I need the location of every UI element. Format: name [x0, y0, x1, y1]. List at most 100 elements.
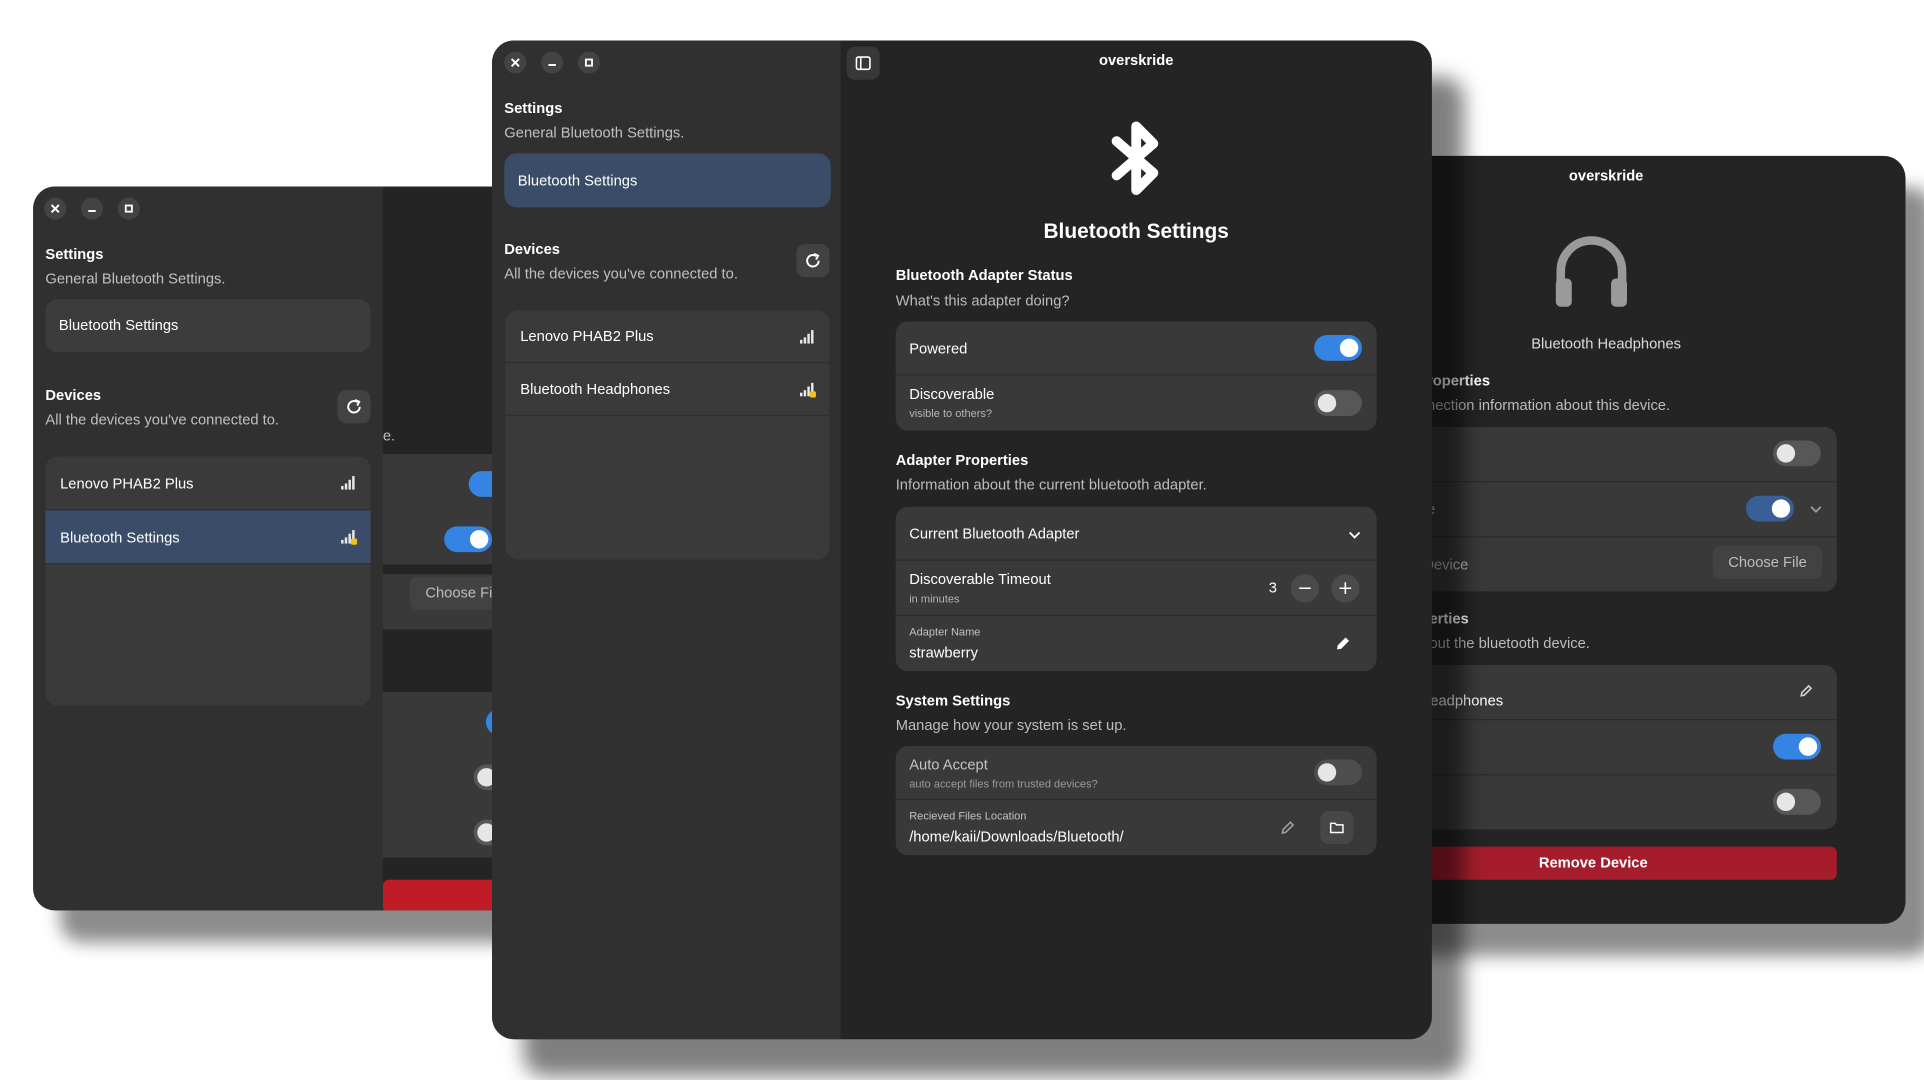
- system-settings-subtitle: Manage how your system is set up.: [895, 716, 1127, 734]
- connection-properties-subtitle: nection information about this device.: [1427, 396, 1671, 414]
- sidebar-item-bluetooth-settings[interactable]: Bluetooth Settings: [504, 153, 831, 208]
- settings-subtitle: General Bluetooth Settings.: [504, 123, 685, 142]
- device-list: Lenovo PHAB2 Plus Bluetooth Settings: [45, 456, 371, 706]
- device-row-2: [1374, 720, 1837, 776]
- adapter-name-row: Adapter Name strawberry: [896, 616, 1377, 671]
- powered-switch[interactable]: [1314, 334, 1362, 361]
- connection-properties-title: roperties: [1427, 371, 1491, 389]
- auto-accept-label: Auto Accept: [909, 755, 988, 774]
- minimize-button[interactable]: [541, 51, 564, 74]
- device-name: Lenovo PHAB2 Plus: [60, 474, 194, 493]
- current-adapter-label: Current Bluetooth Adapter: [909, 525, 1080, 543]
- remove-device-button[interactable]: Remove Device: [1374, 846, 1837, 880]
- maximize-button[interactable]: [117, 197, 140, 220]
- page-title: Bluetooth Settings: [1043, 219, 1229, 243]
- maximize-button[interactable]: [577, 51, 601, 74]
- chevron-down-icon[interactable]: [1347, 528, 1362, 543]
- device-name: Lenovo PHAB2 Plus: [520, 327, 654, 345]
- right-window-title: overskride: [1568, 166, 1644, 185]
- devices-title: Devices: [504, 240, 560, 258]
- system-settings-card: Auto Accept auto accept files from trust…: [895, 746, 1377, 856]
- device-row-lenovo[interactable]: Lenovo PHAB2 Plus: [505, 310, 830, 364]
- signal-icon: [800, 330, 815, 344]
- device-row-headphones[interactable]: Bluetooth Headphones: [505, 363, 830, 416]
- devices-subtitle: All the devices you've connected to.: [504, 265, 738, 283]
- main-content: overskride Bluetooth Settings Bluetooth …: [840, 40, 1431, 1039]
- device-name: Bluetooth Settings: [60, 528, 180, 547]
- minimize-button[interactable]: [80, 197, 104, 220]
- window-title: overskride: [1098, 51, 1174, 69]
- files-location-label: Recieved Files Location: [909, 809, 1027, 823]
- device-name-row: leadphones: [1374, 665, 1837, 721]
- device-properties-title: erties: [1429, 609, 1469, 627]
- system-settings-title: System Settings: [895, 692, 1011, 710]
- maximize-icon: [584, 58, 593, 67]
- device-row-selected[interactable]: Bluetooth Settings: [45, 510, 371, 565]
- edit-icon: [1281, 821, 1295, 834]
- refresh-devices-button[interactable]: [337, 390, 371, 424]
- devices-subtitle: All the devices you've connected to.: [45, 411, 280, 429]
- device-row-lenovo[interactable]: Lenovo PHAB2 Plus: [45, 456, 371, 511]
- powered-label: Powered: [909, 339, 968, 358]
- files-location-value[interactable]: /home/kaii/Downloads/Bluetooth/: [909, 828, 1123, 845]
- minimize-icon: [88, 210, 96, 213]
- sidebar-item-bluetooth-settings[interactable]: Bluetooth Settings: [45, 299, 371, 353]
- choose-file-button[interactable]: Choose File: [1712, 546, 1823, 580]
- refresh-icon: [347, 398, 361, 414]
- close-button[interactable]: [504, 51, 527, 74]
- settings-title: Settings: [45, 245, 104, 263]
- settings-subtitle: General Bluetooth Settings.: [45, 269, 226, 288]
- connection-row-1: [1374, 427, 1837, 483]
- discoverable-switch[interactable]: [1314, 390, 1362, 416]
- adapter-properties-subtitle: Information about the current bluetooth …: [895, 476, 1207, 494]
- signal-locked-icon: [800, 382, 816, 398]
- adapter-name-input[interactable]: strawberry: [909, 644, 978, 661]
- timeout-sublabel: in minutes: [909, 592, 960, 605]
- signal-locked-icon: [341, 530, 358, 545]
- auto-accept-row: Auto Accept auto accept files from trust…: [895, 746, 1377, 801]
- auto-accept-switch[interactable]: [1314, 759, 1362, 786]
- bluetooth-icon: [1111, 121, 1159, 196]
- right-toggle-1[interactable]: [1773, 440, 1821, 467]
- timeout-value[interactable]: 3: [1269, 579, 1277, 596]
- auto-accept-sublabel: auto accept files from trusted devices?: [909, 777, 1098, 791]
- discoverable-label: Discoverable: [909, 385, 995, 403]
- adapter-status-subtitle: What's this adapter doing?: [895, 292, 1070, 310]
- edit-icon[interactable]: [1799, 683, 1814, 698]
- timeout-increase-button[interactable]: +: [1331, 574, 1360, 603]
- device-list: Lenovo PHAB2 Plus Bluetooth Headphones: [505, 310, 830, 560]
- left-peek-toggle-2[interactable]: [444, 526, 493, 553]
- current-adapter-row[interactable]: Current Bluetooth Adapter: [895, 507, 1377, 561]
- discoverable-row: Discoverable visible to others?: [896, 375, 1377, 430]
- minimize-icon: [548, 64, 556, 67]
- right-toggle-4[interactable]: [1773, 788, 1821, 815]
- chevron-down-icon[interactable]: [1810, 503, 1822, 515]
- devices-title: Devices: [45, 386, 102, 404]
- edit-icon: [1336, 637, 1350, 650]
- edit-adapter-name-button[interactable]: [1326, 627, 1359, 660]
- right-window: overskride Bluetooth Headphones ropertie…: [1374, 155, 1906, 924]
- right-toggle-2[interactable]: [1746, 495, 1794, 522]
- timeout-decrease-button[interactable]: −: [1290, 574, 1320, 603]
- discoverable-sublabel: visible to others?: [909, 407, 993, 420]
- open-folder-button[interactable]: [1320, 811, 1354, 845]
- edit-files-location-button[interactable]: [1271, 811, 1304, 844]
- adapter-status-title: Bluetooth Adapter Status: [895, 266, 1073, 284]
- close-button[interactable]: [44, 197, 67, 220]
- left-window: e. Choose Fi Settings General Bluetooth …: [33, 186, 524, 911]
- refresh-devices-button[interactable]: [796, 244, 830, 278]
- adapter-status-card: Powered Discoverable visible to others?: [895, 321, 1377, 431]
- timeout-label: Discoverable Timeout: [909, 570, 1051, 588]
- signal-icon: [341, 476, 356, 490]
- maximize-icon: [124, 204, 133, 213]
- files-location-row: Recieved Files Location /home/kaii/Downl…: [896, 800, 1377, 855]
- device-properties-card: leadphones: [1374, 665, 1837, 830]
- device-properties-subtitle: out the bluetooth device.: [1429, 634, 1590, 652]
- adapter-properties-card: Current Bluetooth Adapter Discoverable T…: [895, 506, 1377, 672]
- device-row-3: [1374, 775, 1837, 829]
- timeout-row: Discoverable Timeout in minutes 3 − +: [895, 561, 1377, 616]
- close-icon: [510, 58, 520, 67]
- right-toggle-3[interactable]: [1773, 733, 1821, 760]
- left-window-sidebar: Settings General Bluetooth Settings. Blu…: [33, 186, 383, 911]
- device-name: Bluetooth Headphones: [520, 380, 671, 398]
